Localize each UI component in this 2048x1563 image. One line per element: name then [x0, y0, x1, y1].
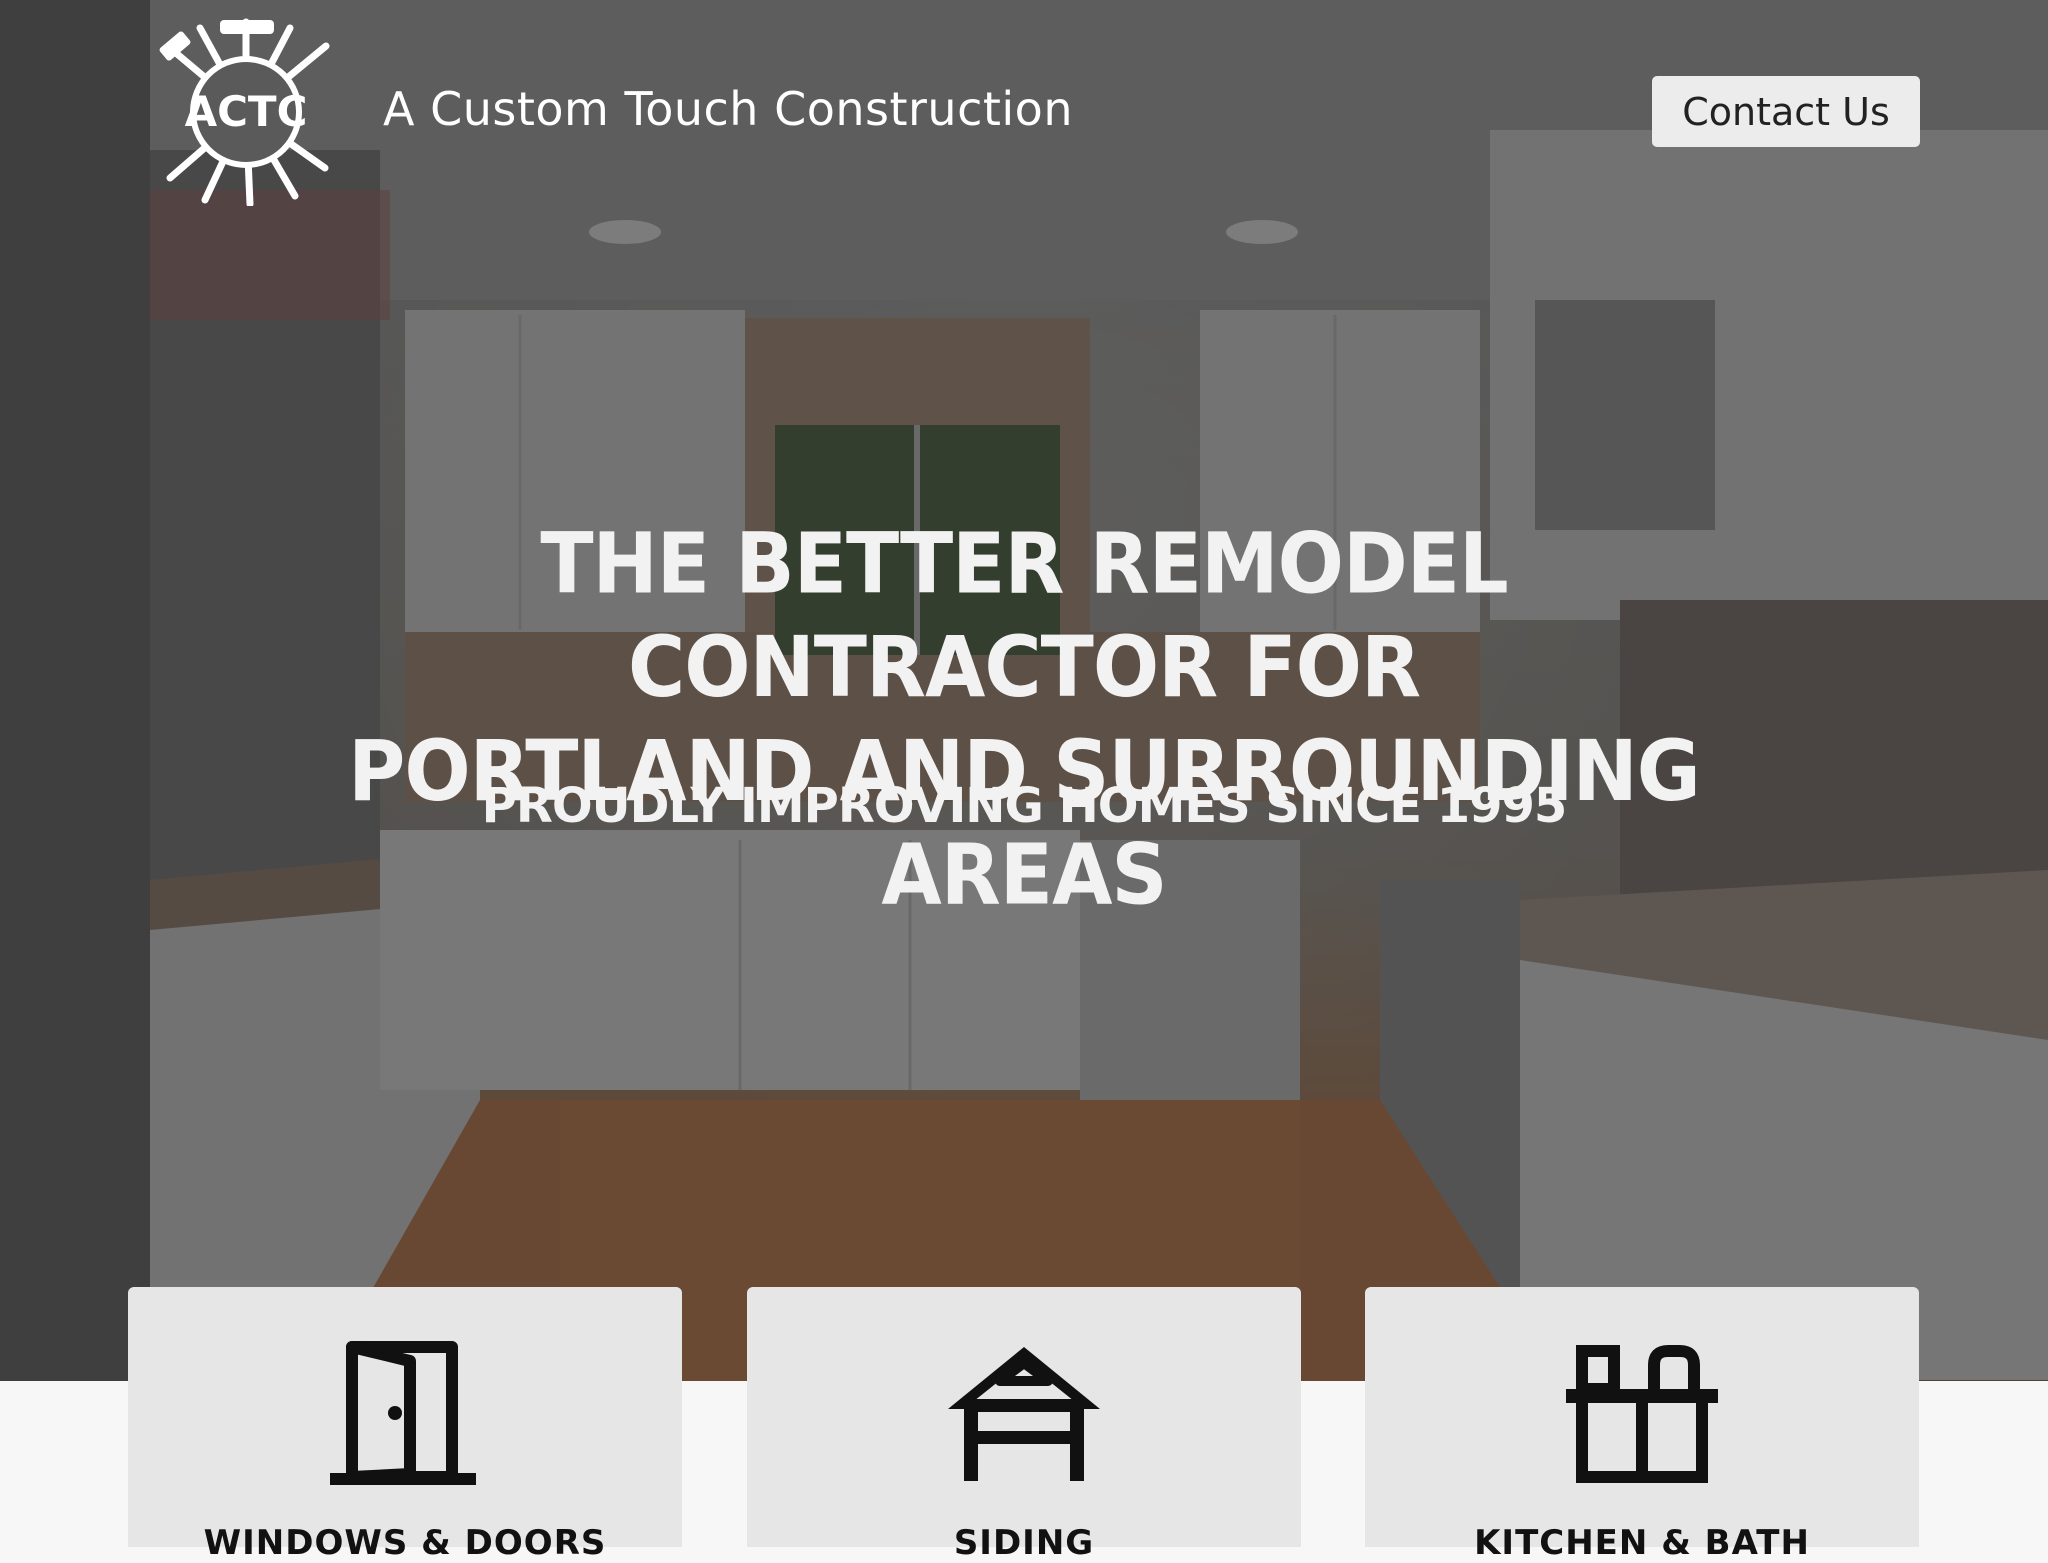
service-label: KITCHEN & BATH — [1474, 1523, 1810, 1563]
service-card-kitchen-bath[interactable]: KITCHEN & BATH — [1365, 1287, 1919, 1563]
service-card-windows-doors[interactable]: WINDOWS & DOORS — [128, 1287, 682, 1563]
hero-headline: THE BETTER REMODEL CONTRACTOR FOR PORTLA… — [300, 513, 1748, 928]
house-siding-icon — [948, 1347, 1100, 1481]
service-card-siding[interactable]: SIDING — [747, 1287, 1301, 1563]
headline-line-1: THE BETTER REMODEL CONTRACTOR FOR — [540, 515, 1508, 717]
hero-section: ACTC A Custom Touch Construction Contact… — [0, 0, 2048, 1381]
contact-us-button[interactable]: Contact Us — [1652, 76, 1920, 147]
actc-logo[interactable]: ACTC — [150, 18, 342, 206]
svg-text:ACTC: ACTC — [185, 87, 308, 136]
door-icon — [330, 1341, 476, 1485]
site-title[interactable]: A Custom Touch Construction — [383, 82, 1073, 136]
service-label: SIDING — [953, 1523, 1095, 1563]
service-label: WINDOWS & DOORS — [203, 1523, 607, 1563]
kitchen-cabinet-icon — [1566, 1345, 1718, 1483]
site-header: ACTC A Custom Touch Construction Contact… — [0, 0, 2048, 220]
hero-subheadline: PROUDLY IMPROVING HOMES SINCE 1995 — [481, 778, 1568, 834]
